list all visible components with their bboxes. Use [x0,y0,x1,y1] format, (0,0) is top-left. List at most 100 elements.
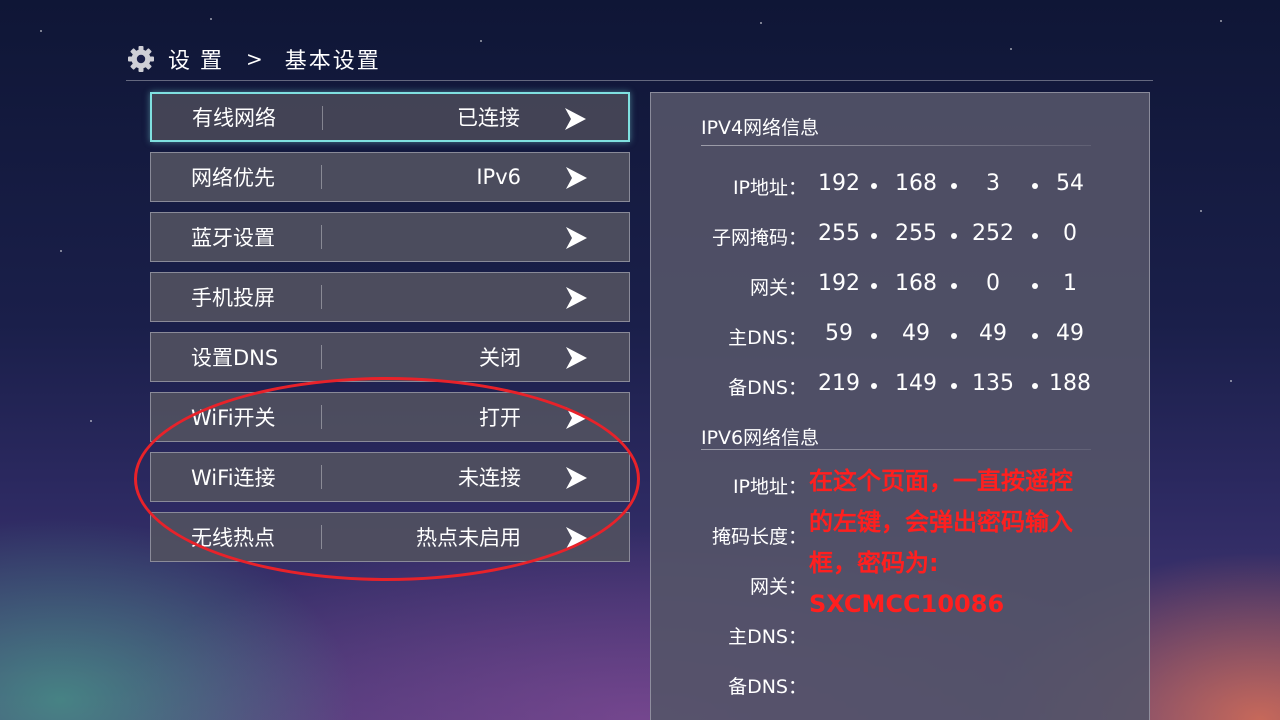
menu-item-divider [321,165,322,189]
menu-item-screen-cast[interactable]: 手机投屏 [150,272,630,322]
octet-dot [951,233,957,239]
ipv4-secondary-dns-row: 备DNS： 219 149 135 188 [651,371,1151,401]
menu-item-label: WiFi开关 [191,406,276,430]
octet-dot [951,383,957,389]
octet: 252 [972,221,1014,246]
ipv4-gateway-row: 网关： 192 168 0 1 [651,271,1151,301]
octet-dot [1032,283,1038,289]
octet-dot [951,333,957,339]
ipv6-secondary-dns-row: 备DNS： [651,670,1151,700]
ipv6-divider [701,449,1091,450]
settings-menu: 有线网络 已连接 网络优先 IPv6 蓝牙设置 手机投屏 设置DNS 关闭 Wi… [150,92,630,572]
ipv4-section-title: IPV4网络信息 [701,117,820,139]
menu-item-divider [321,345,322,369]
arrow-right-icon [565,108,586,130]
menu-item-value: 关闭 [479,346,521,370]
octet: 1 [1063,271,1077,296]
row-label: 网关： [749,277,807,299]
octet: 49 [979,321,1007,346]
octet: 192 [818,171,860,196]
annotation-line: 框，密码为: [809,549,939,577]
octet-dot [951,283,957,289]
menu-item-value: 热点未启用 [416,526,521,550]
row-label: IP地址： [732,177,807,199]
row-label: 备DNS： [728,377,807,399]
octet: 59 [825,321,853,346]
menu-item-network-priority[interactable]: 网络优先 IPv6 [150,152,630,202]
arrow-right-icon [566,227,587,249]
arrow-right-icon [566,347,587,369]
ipv4-ip-row: IP地址： 192 168 3 54 [651,171,1151,201]
breadcrumb-separator: > [246,47,263,71]
breadcrumb: 设置 > 基本设置 [126,40,381,78]
menu-item-hotspot[interactable]: 无线热点 热点未启用 [150,512,630,562]
header-divider [126,80,1153,81]
arrow-right-icon [566,167,587,189]
ipv4-primary-dns-row: 主DNS： 59 49 49 49 [651,321,1151,351]
row-label: 备DNS： [728,676,807,698]
menu-item-divider [321,465,322,489]
menu-item-wired-network[interactable]: 有线网络 已连接 [150,92,630,142]
octet-dot [871,333,877,339]
menu-item-label: 网络优先 [191,166,275,190]
octet-dot [871,383,877,389]
octet: 54 [1056,171,1084,196]
octet: 0 [986,271,1000,296]
octet: 149 [895,371,937,396]
octet: 49 [1056,321,1084,346]
menu-item-value: 已连接 [457,106,520,130]
octet-dot [1032,183,1038,189]
menu-item-dns[interactable]: 设置DNS 关闭 [150,332,630,382]
octet-dot [1032,333,1038,339]
menu-item-label: 无线热点 [191,526,275,550]
menu-item-label: 蓝牙设置 [191,226,275,250]
network-info-panel: IPV4网络信息 IP地址： 192 168 3 54 子网掩码： 255 25… [650,92,1150,720]
menu-item-value: 打开 [479,406,521,430]
octet: 135 [972,371,1014,396]
menu-item-divider [321,525,322,549]
octet: 188 [1049,371,1091,396]
octet: 255 [818,221,860,246]
row-label: 子网掩码： [711,227,807,249]
annotation-password: SXCMCC10086 [809,590,1005,618]
row-label: 主DNS： [728,327,807,349]
password-hint-annotation: 在这个页面，一直按遥控 的左键，会弹出密码输入 框，密码为: SXCMCC100… [809,461,1109,625]
gear-icon [128,46,154,72]
menu-item-label: WiFi连接 [191,466,276,490]
menu-item-divider [321,285,322,309]
octet-dot [871,283,877,289]
ipv6-section-title: IPV6网络信息 [701,427,820,449]
breadcrumb-root[interactable]: 设置 [168,43,232,75]
octet: 49 [902,321,930,346]
arrow-right-icon [566,407,587,429]
arrow-right-icon [566,467,587,489]
menu-item-label: 设置DNS [191,346,279,370]
row-label: 网关： [749,576,807,598]
octet: 255 [895,221,937,246]
menu-item-bluetooth[interactable]: 蓝牙设置 [150,212,630,262]
octet: 3 [986,171,1000,196]
annotation-line: 的左键，会弹出密码输入 [809,508,1073,536]
menu-item-wifi-switch[interactable]: WiFi开关 打开 [150,392,630,442]
row-label: 掩码长度： [711,526,807,548]
menu-item-wifi-connect[interactable]: WiFi连接 未连接 [150,452,630,502]
menu-item-divider [322,106,323,130]
octet: 0 [1063,221,1077,246]
menu-item-value: IPv6 [476,165,521,189]
octet-dot [871,183,877,189]
row-label: 主DNS： [728,626,807,648]
octet: 168 [895,271,937,296]
page-title: 基本设置 [284,49,381,74]
menu-item-value: 未连接 [458,466,521,490]
menu-item-divider [321,405,322,429]
octet-dot [871,233,877,239]
octet-dot [1032,383,1038,389]
menu-item-label: 有线网络 [192,106,276,130]
octet: 219 [818,371,860,396]
menu-item-label: 手机投屏 [191,286,275,310]
octet-dot [951,183,957,189]
annotation-line: 在这个页面，一直按遥控 [809,467,1073,495]
row-label: IP地址： [732,476,807,498]
arrow-right-icon [566,527,587,549]
arrow-right-icon [566,287,587,309]
